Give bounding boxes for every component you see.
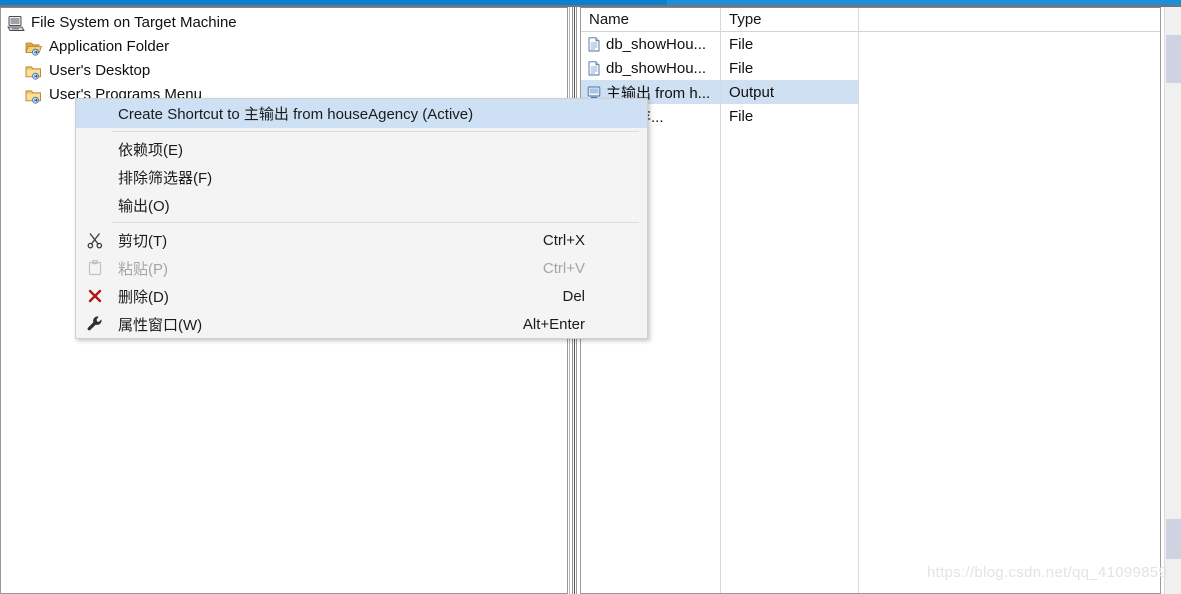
menu-item-accel: Ctrl+X <box>542 231 585 249</box>
file-icon <box>587 60 601 76</box>
file-type-cell: File <box>721 104 859 128</box>
file-type-label: File <box>729 59 754 77</box>
tree-item-users-desktop[interactable]: User's Desktop <box>1 59 567 83</box>
tree-item-label: User's Desktop <box>49 62 151 79</box>
menu-item-accel: Ctrl+V <box>542 259 585 277</box>
scrollbar-thumb-secondary[interactable] <box>1166 519 1181 559</box>
file-name-cell: db_showHou... <box>581 32 721 56</box>
menu-item-outputs[interactable]: 输出(O) <box>76 191 647 219</box>
folder-shortcut-icon <box>25 63 43 80</box>
column-header-label: Name <box>589 11 630 28</box>
column-header-name[interactable]: Name <box>581 8 721 593</box>
menu-separator <box>112 222 639 223</box>
column-header-blank <box>859 8 1160 31</box>
table-row[interactable]: db_showHou... File <box>581 32 1160 56</box>
file-list-header: Name Type <box>581 8 1160 593</box>
menu-item-cut[interactable]: 剪切(T) Ctrl+X <box>76 226 647 254</box>
tree-item-application-folder[interactable]: Application Folder <box>1 35 567 59</box>
column-header-label: Type <box>729 11 762 28</box>
folder-open-shortcut-icon <box>25 39 43 56</box>
menu-item-label: 删除(D) <box>118 288 169 306</box>
tree-item-label: File System on Target Machine <box>31 14 237 31</box>
file-type-cell: Output <box>721 80 859 104</box>
menu-item-icon-slot <box>76 135 114 163</box>
table-row[interactable]: 程的存... File <box>581 104 1160 128</box>
folder-shortcut-icon <box>25 87 43 104</box>
menu-separator <box>112 131 639 132</box>
delete-x-icon <box>76 282 114 310</box>
menu-item-label: 剪切(T) <box>118 232 168 250</box>
context-menu[interactable]: Create Shortcut to 主输出 from houseAgency … <box>75 98 648 339</box>
file-list-pane[interactable]: Name Type db_showHou... File db_showHou.… <box>580 7 1161 594</box>
file-name-cell: db_showHou... <box>581 56 721 80</box>
clipboard-paste-icon <box>76 254 114 282</box>
menu-item-delete[interactable]: 删除(D) Del <box>76 282 647 310</box>
file-type-label: File <box>729 35 754 53</box>
menu-item-label: 排除筛选器(F) <box>118 169 213 187</box>
vertical-scrollbar[interactable] <box>1164 7 1181 594</box>
menu-item-accel: Alt+Enter <box>522 315 585 333</box>
scissors-icon <box>76 226 114 254</box>
column-header-type[interactable]: Type <box>721 8 859 593</box>
menu-item-accel: Del <box>562 287 585 305</box>
tree-item-file-system-on-target-machine[interactable]: File System on Target Machine <box>1 11 567 35</box>
wrench-icon <box>76 310 114 338</box>
file-type-cell: File <box>721 32 859 56</box>
menu-item-label: Create Shortcut to 主输出 from houseAgency … <box>118 106 474 123</box>
menu-item-properties-window[interactable]: 属性窗口(W) Alt+Enter <box>76 310 647 338</box>
menu-item-dependencies[interactable]: 依赖项(E) <box>76 135 647 163</box>
table-row-selected[interactable]: 主输出 from h... Output <box>581 80 1160 104</box>
file-name-label: db_showHou... <box>606 59 707 77</box>
menu-item-icon-slot <box>76 100 114 128</box>
scrollbar-thumb[interactable] <box>1166 35 1181 83</box>
app-window: File System on Target Machine Applicatio… <box>0 0 1181 594</box>
tree-item-label: Application Folder <box>49 38 170 55</box>
file-icon <box>587 36 601 52</box>
file-type-label: File <box>729 107 754 125</box>
table-row[interactable]: db_showHou... File <box>581 56 1160 80</box>
file-type-cell: File <box>721 56 859 80</box>
tree-list: File System on Target Machine Applicatio… <box>1 8 567 107</box>
menu-item-label: 依赖项(E) <box>118 141 183 159</box>
menu-item-label: 属性窗口(W) <box>118 316 203 334</box>
menu-item-icon-slot <box>76 191 114 219</box>
menu-item-exclusion-filter[interactable]: 排除筛选器(F) <box>76 163 647 191</box>
menu-item-label: 输出(O) <box>118 197 170 215</box>
computer-icon <box>7 15 25 32</box>
menu-item-label: 粘贴(P) <box>118 260 168 278</box>
menu-item-create-shortcut[interactable]: Create Shortcut to 主输出 from houseAgency … <box>76 99 647 128</box>
menu-item-icon-slot <box>76 163 114 191</box>
file-name-label: db_showHou... <box>606 35 707 53</box>
watermark: https://blog.csdn.net/qq_41099859 <box>927 564 1168 581</box>
file-type-label: Output <box>729 83 775 101</box>
menu-item-paste: 粘贴(P) Ctrl+V <box>76 254 647 282</box>
